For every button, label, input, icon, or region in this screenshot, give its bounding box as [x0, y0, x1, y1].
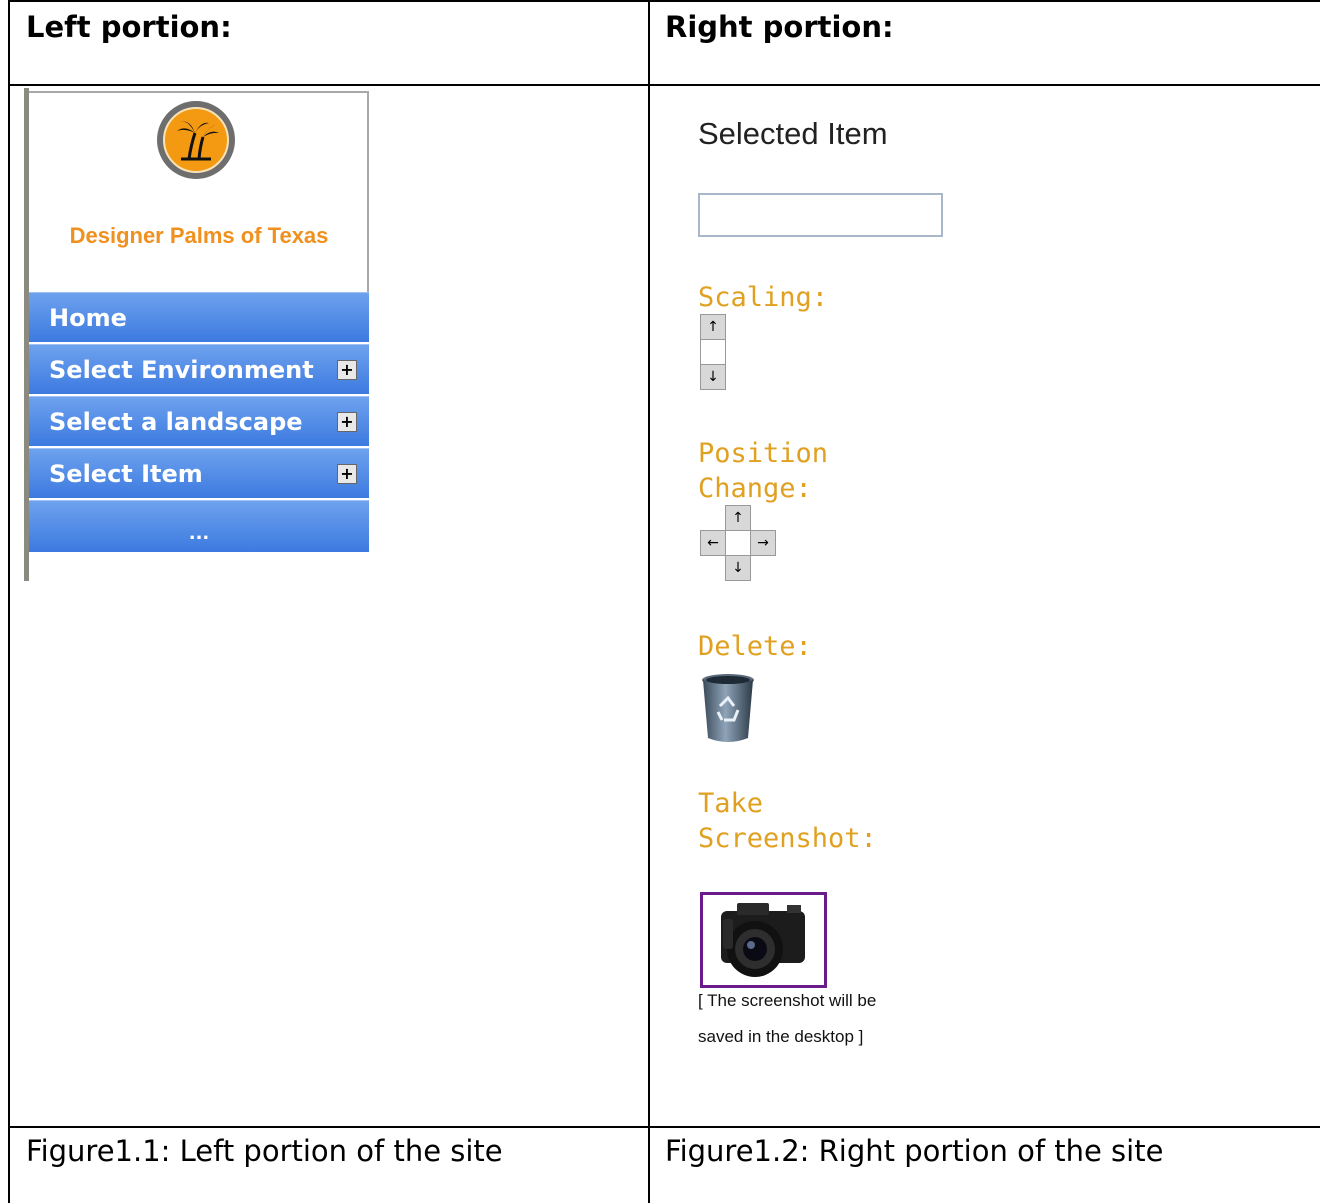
scale-up-arrow-icon[interactable]: ↑: [700, 314, 726, 340]
scale-down-arrow-icon[interactable]: ↓: [700, 364, 726, 390]
palm-tree-logo-icon[interactable]: [157, 101, 235, 179]
expand-plus-icon[interactable]: +: [337, 464, 357, 484]
header-right: Right portion:: [665, 10, 894, 44]
table-row-line-2: [8, 1126, 1320, 1128]
expand-plus-icon[interactable]: +: [337, 360, 357, 380]
recycle-bin-icon[interactable]: [700, 672, 756, 744]
screenshot-label-line1: Take: [698, 788, 764, 819]
menu-item-home[interactable]: Home: [29, 292, 369, 342]
move-left-arrow-icon[interactable]: ←: [700, 530, 726, 556]
position-change-label-line1: Position: [698, 438, 829, 469]
position-center-box: [725, 530, 751, 556]
scaling-label: Scaling:: [698, 282, 829, 313]
expand-plus-icon[interactable]: +: [337, 412, 357, 432]
selected-item-field[interactable]: [698, 193, 943, 237]
take-screenshot-button[interactable]: [700, 892, 827, 988]
table-row-line-1: [8, 84, 1320, 86]
delete-label: Delete:: [698, 631, 812, 662]
menu-item-select-item[interactable]: Select Item +: [29, 448, 369, 498]
site-sidebar: Designer Palms of Texas Home Select Envi…: [24, 88, 369, 581]
caption-left: Figure1.1: Left portion of the site: [26, 1134, 503, 1168]
table-border-left: [8, 0, 10, 1203]
menu-item-label: Select Item: [49, 460, 203, 488]
camera-icon: [721, 903, 805, 977]
menu-item-more[interactable]: ...: [29, 500, 369, 552]
move-up-arrow-icon[interactable]: ↑: [725, 505, 751, 531]
screenshot-note-line2: saved in the desktop ]: [698, 1027, 864, 1046]
table-divider-vertical: [648, 0, 650, 1203]
menu-item-label: Select a landscape: [49, 408, 303, 436]
menu-item-label: Select Environment: [49, 356, 314, 384]
scale-value-box: [700, 339, 726, 365]
header-left: Left portion:: [26, 10, 232, 44]
move-down-arrow-icon[interactable]: ↓: [725, 555, 751, 581]
table-border-top: [8, 0, 1320, 2]
caption-right: Figure1.2: Right portion of the site: [665, 1134, 1164, 1168]
position-change-label-line2: Change:: [698, 473, 812, 504]
logo-area: Designer Palms of Texas: [29, 91, 369, 295]
brand-name[interactable]: Designer Palms of Texas: [29, 223, 369, 249]
selected-item-title: Selected Item: [698, 116, 888, 151]
menu-item-select-environment[interactable]: Select Environment +: [29, 344, 369, 394]
move-right-arrow-icon[interactable]: →: [750, 530, 776, 556]
screenshot-note-line1: [ The screenshot will be: [698, 991, 877, 1010]
menu-item-label: Home: [49, 304, 127, 332]
screenshot-label-line2: Screenshot:: [698, 823, 877, 854]
sidebar-menu: Home Select Environment + Select a lands…: [29, 292, 369, 554]
menu-item-select-landscape[interactable]: Select a landscape +: [29, 396, 369, 446]
